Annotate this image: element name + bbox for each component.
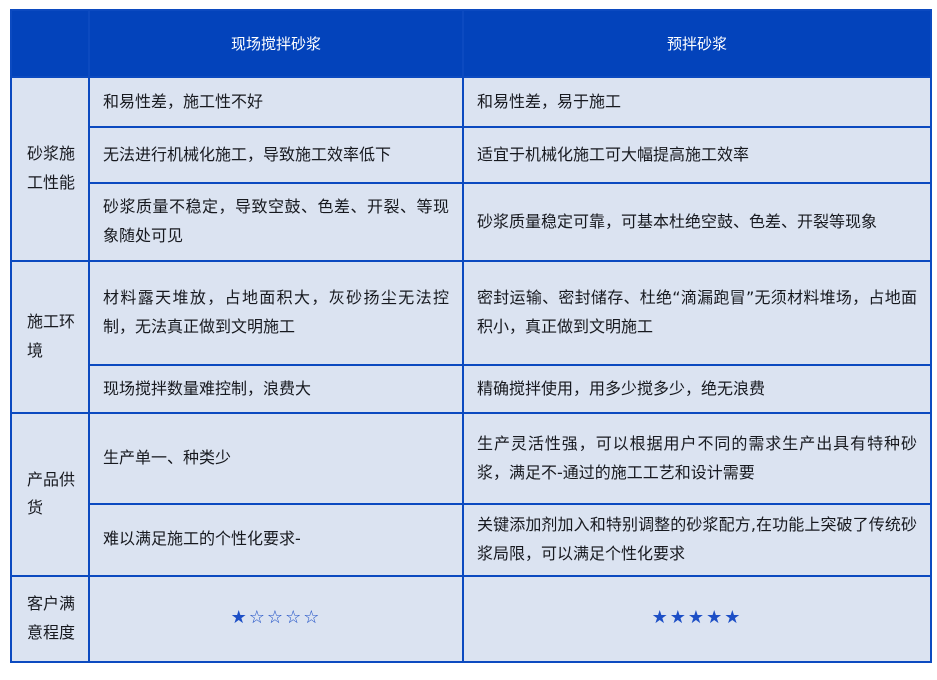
row-group-label-product-supply: 产品供货 [11,413,89,576]
cell-site-mixed: 和易性差，施工性不好 [89,77,463,127]
mortar-comparison-table: 现场搅拌砂浆 预拌砂浆 砂浆施工性能 和易性差，施工性不好 和易性差，易于施工 … [10,9,932,663]
cell-site-mixed: 砂浆质量不稳定，导致空鼓、色差、开裂、等现象随处可见 [89,183,463,261]
table-row: 施工环境 材料露天堆放，占地面积大，灰砂扬尘无法控制，无法真正做到文明施工 密封… [11,261,931,365]
cell-site-mixed: 无法进行机械化施工，导致施工效率低下 [89,127,463,183]
site-mixed-rating: ★☆☆☆☆ [89,576,463,662]
table-row: 客户满意程度 ★☆☆☆☆ ★★★★★ [11,576,931,662]
premixed-rating: ★★★★★ [463,576,931,662]
table-row: 无法进行机械化施工，导致施工效率低下 适宜于机械化施工可大幅提高施工效率 [11,127,931,183]
cell-premixed: 适宜于机械化施工可大幅提高施工效率 [463,127,931,183]
row-group-label-construction-environment: 施工环境 [11,261,89,413]
row-group-label-mortar-performance: 砂浆施工性能 [11,77,89,261]
table-row: 砂浆施工性能 和易性差，施工性不好 和易性差，易于施工 [11,77,931,127]
cell-site-mixed: 难以满足施工的个性化要求- [89,504,463,576]
table-row: 现场搅拌数量难控制，浪费大 精确搅拌使用，用多少搅多少，绝无浪费 [11,365,931,413]
table-row: 砂浆质量不稳定，导致空鼓、色差、开裂、等现象随处可见 砂浆质量稳定可靠，可基本杜… [11,183,931,261]
corner-cell [11,10,89,77]
cell-premixed: 砂浆质量稳定可靠，可基本杜绝空鼓、色差、开裂等现象 [463,183,931,261]
cell-premixed: 精确搅拌使用，用多少搅多少，绝无浪费 [463,365,931,413]
cell-site-mixed: 现场搅拌数量难控制，浪费大 [89,365,463,413]
page: 现场搅拌砂浆 预拌砂浆 砂浆施工性能 和易性差，施工性不好 和易性差，易于施工 … [0,0,937,680]
cell-site-mixed: 材料露天堆放，占地面积大，灰砂扬尘无法控制，无法真正做到文明施工 [89,261,463,365]
table-row: 产品供货 生产单一、种类少 生产灵活性强，可以根据用户不同的需求生产出具有特种砂… [11,413,931,504]
cell-premixed: 关键添加剂加入和特别调整的砂浆配方,在功能上突破了传统砂浆局限，可以满足个性化要… [463,504,931,576]
table-row: 难以满足施工的个性化要求- 关键添加剂加入和特别调整的砂浆配方,在功能上突破了传… [11,504,931,576]
row-group-label-customer-satisfaction: 客户满意程度 [11,576,89,662]
header-row: 现场搅拌砂浆 预拌砂浆 [11,10,931,77]
cell-premixed: 和易性差，易于施工 [463,77,931,127]
col-header-site-mixed: 现场搅拌砂浆 [89,10,463,77]
col-header-premixed: 预拌砂浆 [463,10,931,77]
cell-premixed: 密封运输、密封储存、杜绝“滴漏跑冒”无须材料堆场，占地面积小，真正做到文明施工 [463,261,931,365]
cell-premixed: 生产灵活性强，可以根据用户不同的需求生产出具有特种砂浆，满足不-通过的施工工艺和… [463,413,931,504]
cell-site-mixed: 生产单一、种类少 [89,413,463,504]
